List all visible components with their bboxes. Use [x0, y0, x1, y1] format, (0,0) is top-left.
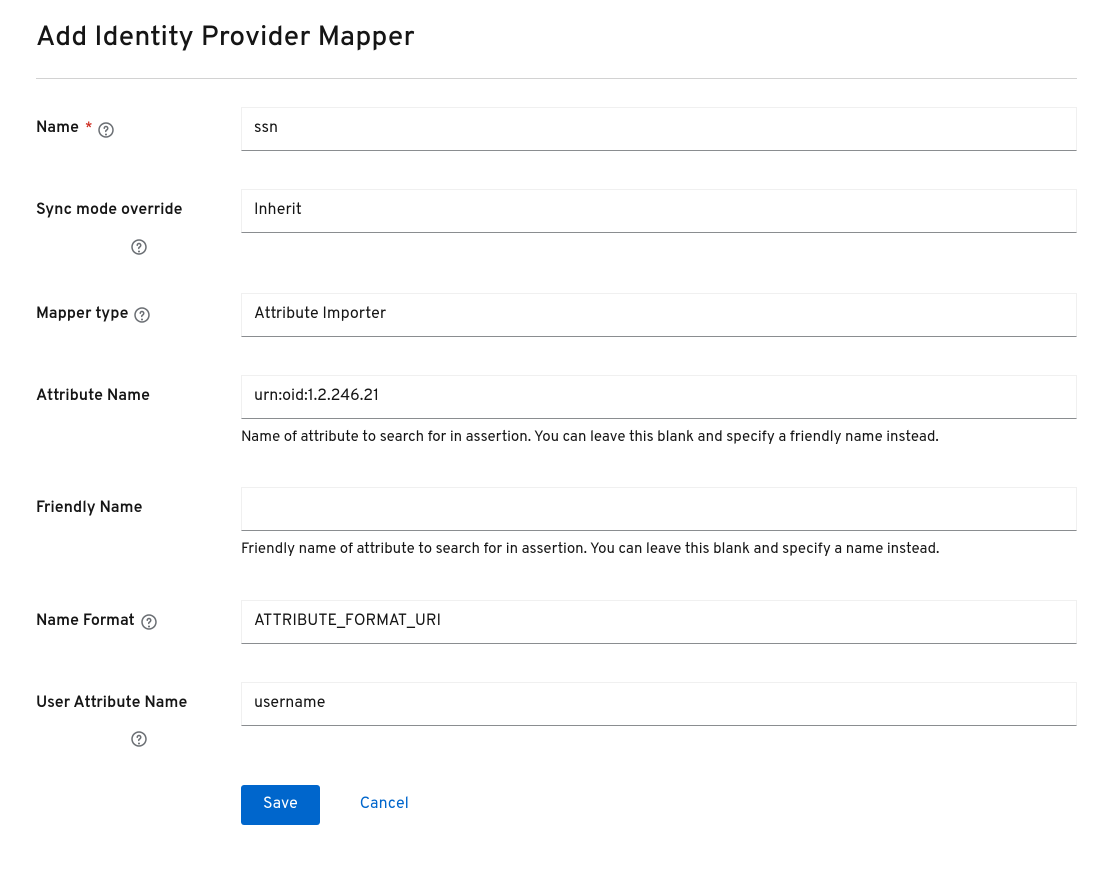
help-icon[interactable]	[36, 239, 241, 255]
label-attribute-name: Attribute Name	[36, 385, 241, 411]
row-friendly-name: Friendly Name Friendly name of attribute…	[36, 487, 1077, 562]
attribute-name-input[interactable]	[241, 375, 1077, 419]
label-name-format: Name Format	[36, 610, 241, 636]
friendly-name-input[interactable]	[241, 487, 1077, 531]
label-name: Name *	[36, 117, 241, 143]
mapper-type-select[interactable]	[241, 293, 1077, 337]
label-sync-mode: Sync mode override	[36, 199, 241, 255]
page-title: Add Identity Provider Mapper	[36, 20, 1077, 56]
row-attribute-name: Attribute Name Name of attribute to sear…	[36, 375, 1077, 450]
help-icon[interactable]	[36, 731, 241, 747]
row-name: Name *	[36, 107, 1077, 151]
attribute-name-help: Name of attribute to search for in asser…	[241, 427, 1077, 450]
label-name-format-text: Name Format	[36, 610, 135, 636]
title-divider	[36, 78, 1077, 79]
friendly-name-help: Friendly name of attribute to search for…	[241, 539, 1077, 562]
label-sync-mode-text: Sync mode override	[36, 199, 182, 225]
sync-mode-select[interactable]	[241, 189, 1077, 233]
label-friendly-name: Friendly Name	[36, 497, 241, 523]
save-button[interactable]: Save	[241, 785, 320, 825]
row-name-format: Name Format	[36, 600, 1077, 644]
label-name-text: Name	[36, 117, 79, 143]
label-user-attribute-name: User Attribute Name	[36, 692, 241, 748]
label-friendly-name-text: Friendly Name	[36, 497, 142, 523]
label-attribute-name-text: Attribute Name	[36, 385, 150, 411]
actions-row: Save Cancel	[241, 785, 1077, 825]
row-user-attribute-name: User Attribute Name	[36, 682, 1077, 748]
required-asterisk: *	[85, 119, 92, 141]
label-user-attribute-name-text: User Attribute Name	[36, 692, 187, 718]
label-mapper-type-text: Mapper type	[36, 303, 128, 329]
user-attribute-name-input[interactable]	[241, 682, 1077, 726]
cancel-button[interactable]: Cancel	[360, 795, 409, 815]
help-icon[interactable]	[134, 307, 150, 323]
help-icon[interactable]	[98, 122, 114, 138]
row-mapper-type: Mapper type	[36, 293, 1077, 337]
row-sync-mode: Sync mode override	[36, 189, 1077, 255]
help-icon[interactable]	[141, 614, 157, 630]
name-input[interactable]	[241, 107, 1077, 151]
name-format-select[interactable]	[241, 600, 1077, 644]
label-mapper-type: Mapper type	[36, 303, 241, 329]
